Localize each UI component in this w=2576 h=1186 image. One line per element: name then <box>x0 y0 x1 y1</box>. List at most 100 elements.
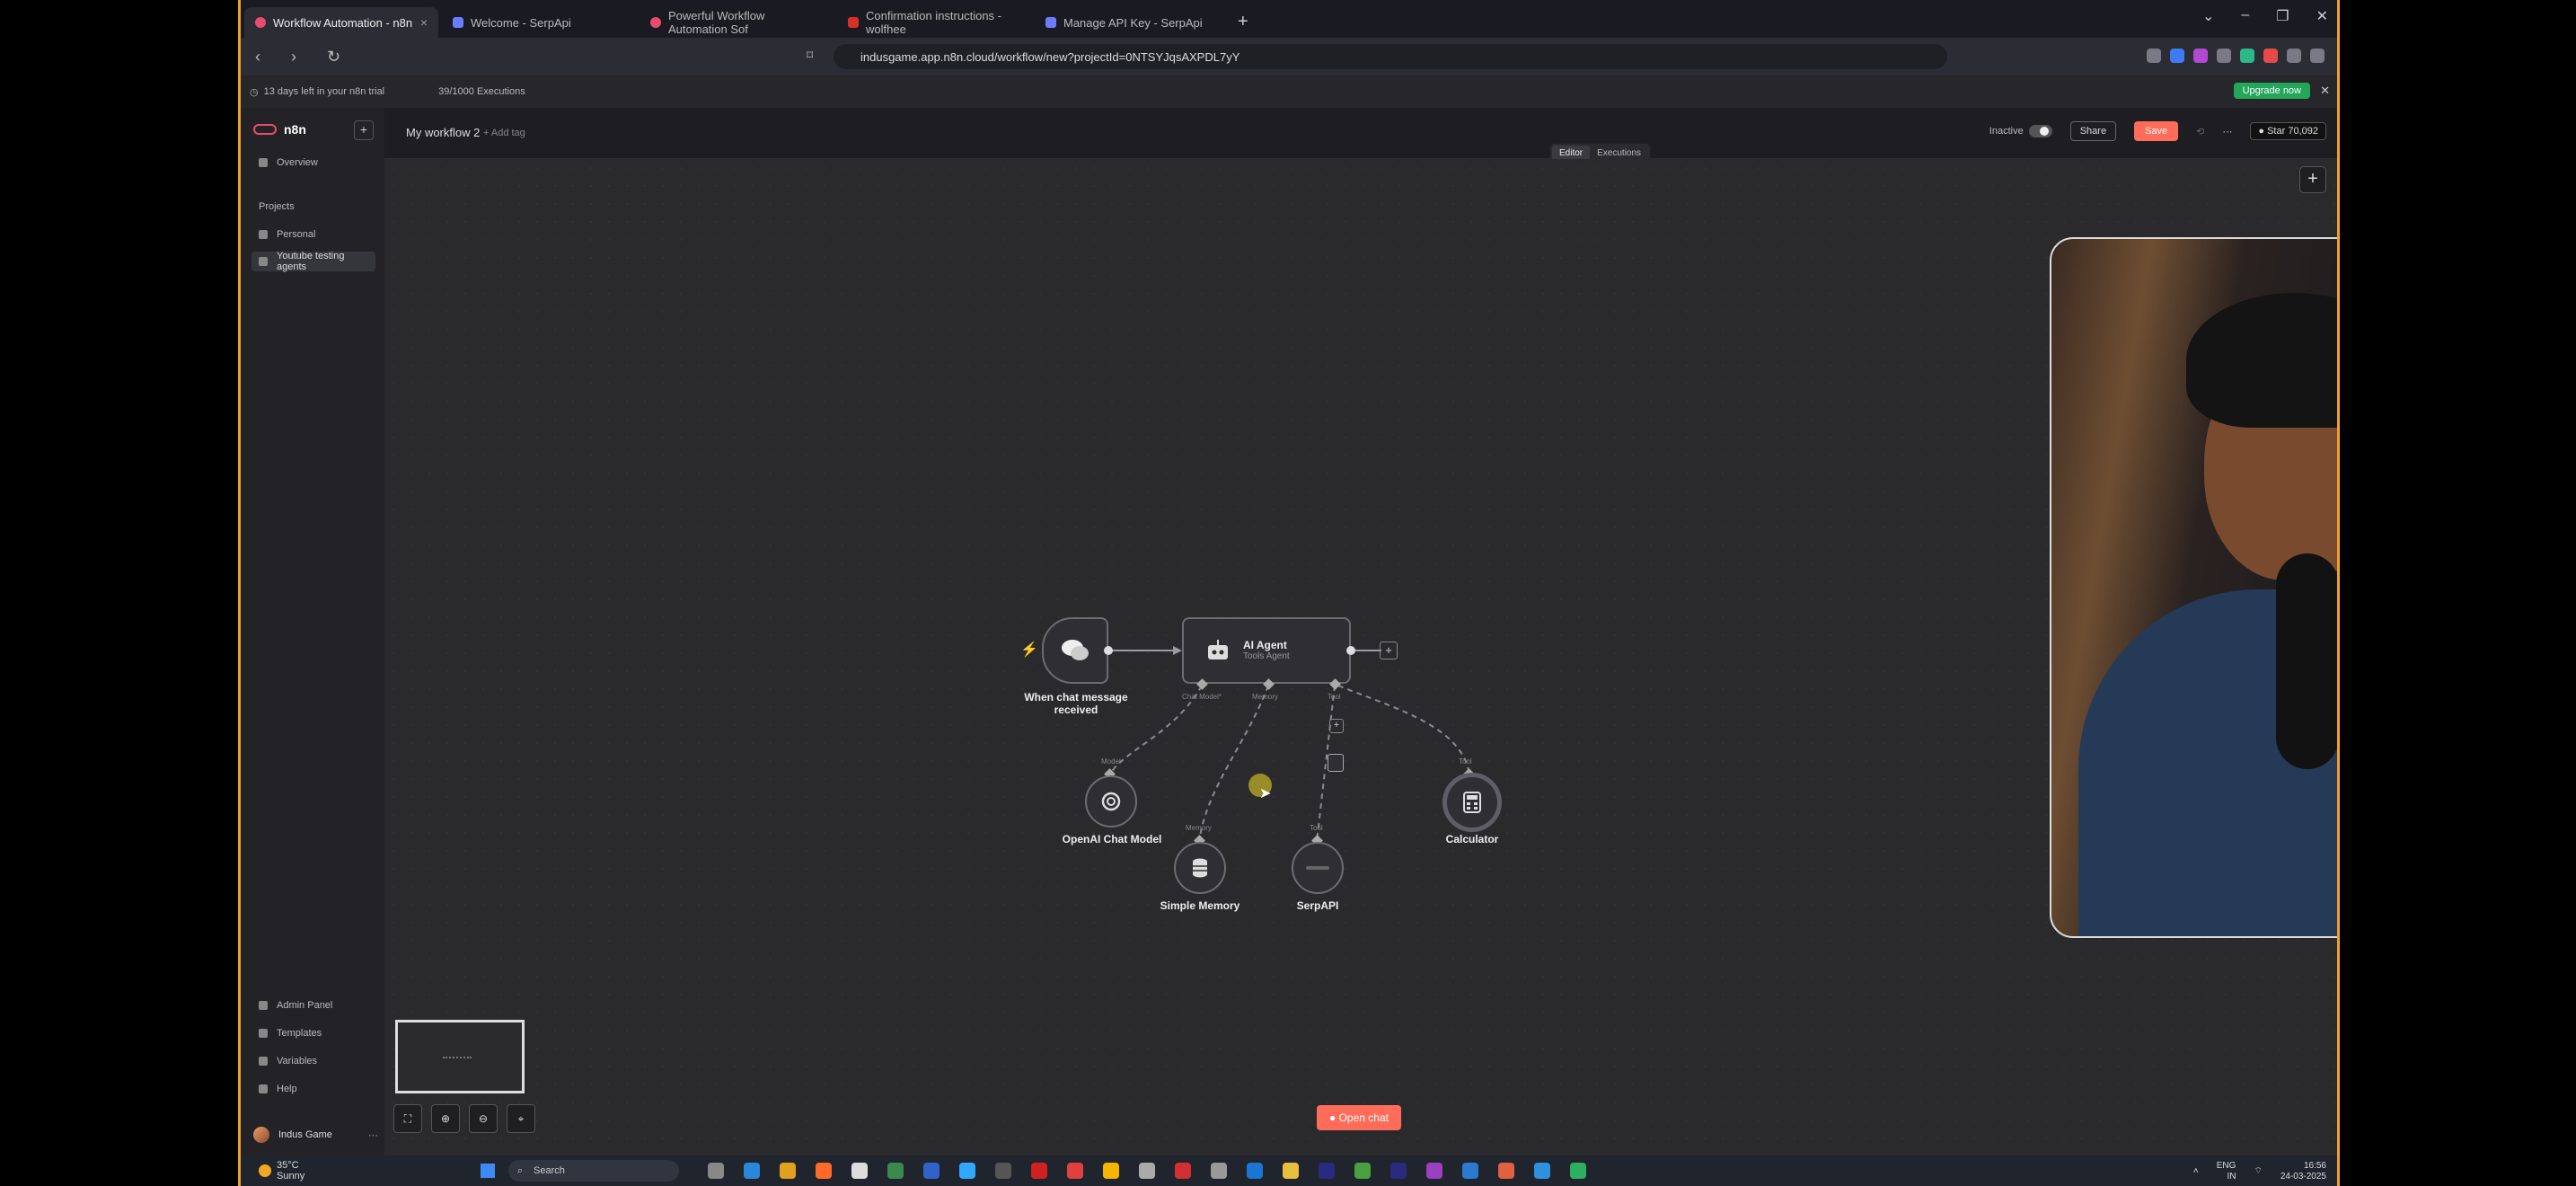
github-star-button[interactable]: ● Star 70,092 <box>2250 122 2326 140</box>
menu-icon[interactable] <box>2310 49 2325 63</box>
minimap[interactable] <box>395 1020 525 1093</box>
sidebar-item-personal[interactable]: Personal <box>251 225 375 244</box>
zoom-out-icon[interactable]: ⊖ <box>469 1104 498 1133</box>
app-icon[interactable] <box>708 1163 724 1179</box>
app-icon[interactable] <box>1319 1163 1335 1179</box>
clock[interactable]: 16:56 24-03-2025 <box>2280 1161 2326 1182</box>
app-icon[interactable] <box>959 1163 975 1179</box>
add-tag-button[interactable]: + Add tag <box>483 128 525 138</box>
app-icon[interactable] <box>1139 1163 1155 1179</box>
serpapi-node[interactable] <box>1292 842 1344 894</box>
openai-chat-model-node[interactable] <box>1085 775 1137 828</box>
calculator-node[interactable] <box>1442 773 1502 832</box>
extension-icon[interactable] <box>2287 49 2301 63</box>
extension-icon[interactable] <box>2263 49 2278 63</box>
memory-connection <box>1198 685 1269 843</box>
simple-memory-label: Simple Memory <box>1160 899 1240 912</box>
chevron-up-icon[interactable]: ˄ <box>2193 1166 2199 1177</box>
close-icon[interactable]: × <box>420 15 428 30</box>
app-icon[interactable] <box>780 1163 796 1179</box>
star-count: 70,092 <box>2288 126 2318 137</box>
windows-start-icon[interactable] <box>481 1164 495 1178</box>
zoom-in-icon[interactable]: ⊕ <box>431 1104 460 1133</box>
user-menu[interactable]: Indus Game ⋯ <box>253 1127 378 1143</box>
url-field[interactable]: indusgame.app.n8n.cloud/workflow/new?pro… <box>834 44 1947 69</box>
app-icon[interactable] <box>1426 1163 1442 1179</box>
n8n-logo[interactable]: n8n <box>253 122 306 137</box>
fit-view-icon[interactable]: ⛶ <box>393 1104 422 1133</box>
sidebar-item-youtube-testing-agents[interactable]: Youtube testing agents <box>251 251 375 272</box>
app-icon[interactable] <box>744 1163 760 1179</box>
extension-icon[interactable] <box>2217 49 2231 63</box>
forward-icon[interactable]: › <box>291 48 313 66</box>
extension-icon[interactable] <box>2170 49 2184 63</box>
browser-tab[interactable]: Workflow Automation - n8n × <box>244 7 438 38</box>
extension-icon[interactable] <box>2147 49 2161 63</box>
app-icon[interactable] <box>1103 1163 1119 1179</box>
app-icon[interactable] <box>1570 1163 1586 1179</box>
weather-widget[interactable]: 35°C Sunny <box>259 1160 304 1182</box>
more-icon[interactable]: ⋯ <box>368 1129 378 1141</box>
browser-tab[interactable]: Manage API Key - SerpApi <box>1035 7 1229 38</box>
new-tab-button[interactable]: + <box>1238 12 1248 38</box>
close-window-button[interactable]: ✕ <box>2316 7 2328 25</box>
app-icon[interactable] <box>1498 1163 1514 1179</box>
wifi-icon[interactable]: ⌔ <box>2254 1166 2262 1177</box>
upgrade-button[interactable]: Upgrade now <box>2233 83 2310 99</box>
maximize-button[interactable]: ❐ <box>2276 7 2289 25</box>
app-icon[interactable] <box>1390 1163 1407 1179</box>
share-button[interactable]: Share <box>2069 121 2117 141</box>
active-toggle[interactable] <box>2028 125 2052 137</box>
app-icon[interactable] <box>1067 1163 1083 1179</box>
port-label: Tool <box>1459 757 1472 766</box>
chat-trigger-node[interactable] <box>1042 617 1108 684</box>
app-icon[interactable] <box>1283 1163 1299 1179</box>
app-icon[interactable] <box>851 1163 868 1179</box>
output-handle[interactable] <box>1346 646 1355 655</box>
app-icon[interactable] <box>1031 1163 1047 1179</box>
app-icon[interactable] <box>923 1163 940 1179</box>
workflow-canvas[interactable]: + ⚡ When chat message received AI Agent … <box>384 159 2337 1155</box>
sidebar-item-admin-panel[interactable]: Admin Panel <box>251 996 375 1015</box>
extension-icon[interactable] <box>2240 49 2254 63</box>
open-chat-button[interactable]: ● Open chat <box>1317 1105 1401 1130</box>
sidebar-item-variables[interactable]: Variables <box>251 1051 375 1071</box>
chevron-down-icon[interactable]: ⌄ <box>2202 7 2214 25</box>
output-handle[interactable] <box>1104 646 1113 655</box>
bookmark-icon[interactable]: ⌑ <box>807 48 813 63</box>
create-button[interactable]: + <box>354 120 374 140</box>
browser-tab[interactable]: Powerful Workflow Automation Sof <box>640 7 834 38</box>
ai-agent-node[interactable]: AI Agent Tools Agent <box>1182 617 1351 684</box>
app-icon[interactable] <box>1462 1163 1478 1179</box>
save-button[interactable]: Save <box>2134 121 2179 141</box>
browser-tab[interactable]: Confirmation instructions - wolfhee <box>837 7 1031 38</box>
app-icon[interactable] <box>1211 1163 1227 1179</box>
close-icon[interactable]: ✕ <box>2320 84 2330 98</box>
app-icon[interactable] <box>995 1163 1011 1179</box>
extension-icon[interactable] <box>2193 49 2208 63</box>
add-next-node-button[interactable]: + <box>1380 642 1398 659</box>
taskbar-search[interactable]: ⌕ Search <box>508 1160 679 1182</box>
history-icon[interactable]: ⟲ <box>2196 126 2204 137</box>
browser-tab[interactable]: Welcome - SerpApi <box>442 7 636 38</box>
tidy-up-icon[interactable]: ⌖ <box>507 1104 535 1133</box>
sidebar-item-overview[interactable]: Overview <box>251 153 375 173</box>
workflow-title[interactable]: My workflow 2 <box>406 126 480 139</box>
app-icon[interactable] <box>1354 1163 1371 1179</box>
sidebar-item-templates[interactable]: Templates <box>251 1023 375 1043</box>
app-icon[interactable] <box>887 1163 904 1179</box>
app-icon[interactable] <box>1175 1163 1191 1179</box>
app-icon[interactable] <box>1534 1163 1550 1179</box>
back-icon[interactable]: ‹ <box>255 48 277 66</box>
connection-delete-icon[interactable] <box>1328 754 1344 772</box>
webcam-overlay <box>2050 237 2337 938</box>
reload-icon[interactable]: ↻ <box>327 48 348 66</box>
app-icon[interactable] <box>1247 1163 1263 1179</box>
minimize-button[interactable]: – <box>2241 7 2249 25</box>
simple-memory-node[interactable] <box>1174 842 1226 894</box>
more-icon[interactable]: ⋯ <box>2222 126 2232 137</box>
sidebar-item-help[interactable]: Help <box>251 1079 375 1099</box>
app-icon[interactable] <box>816 1163 832 1179</box>
add-tool-button[interactable]: + <box>1329 719 1344 733</box>
language-indicator[interactable]: ENG IN <box>2217 1161 2236 1182</box>
